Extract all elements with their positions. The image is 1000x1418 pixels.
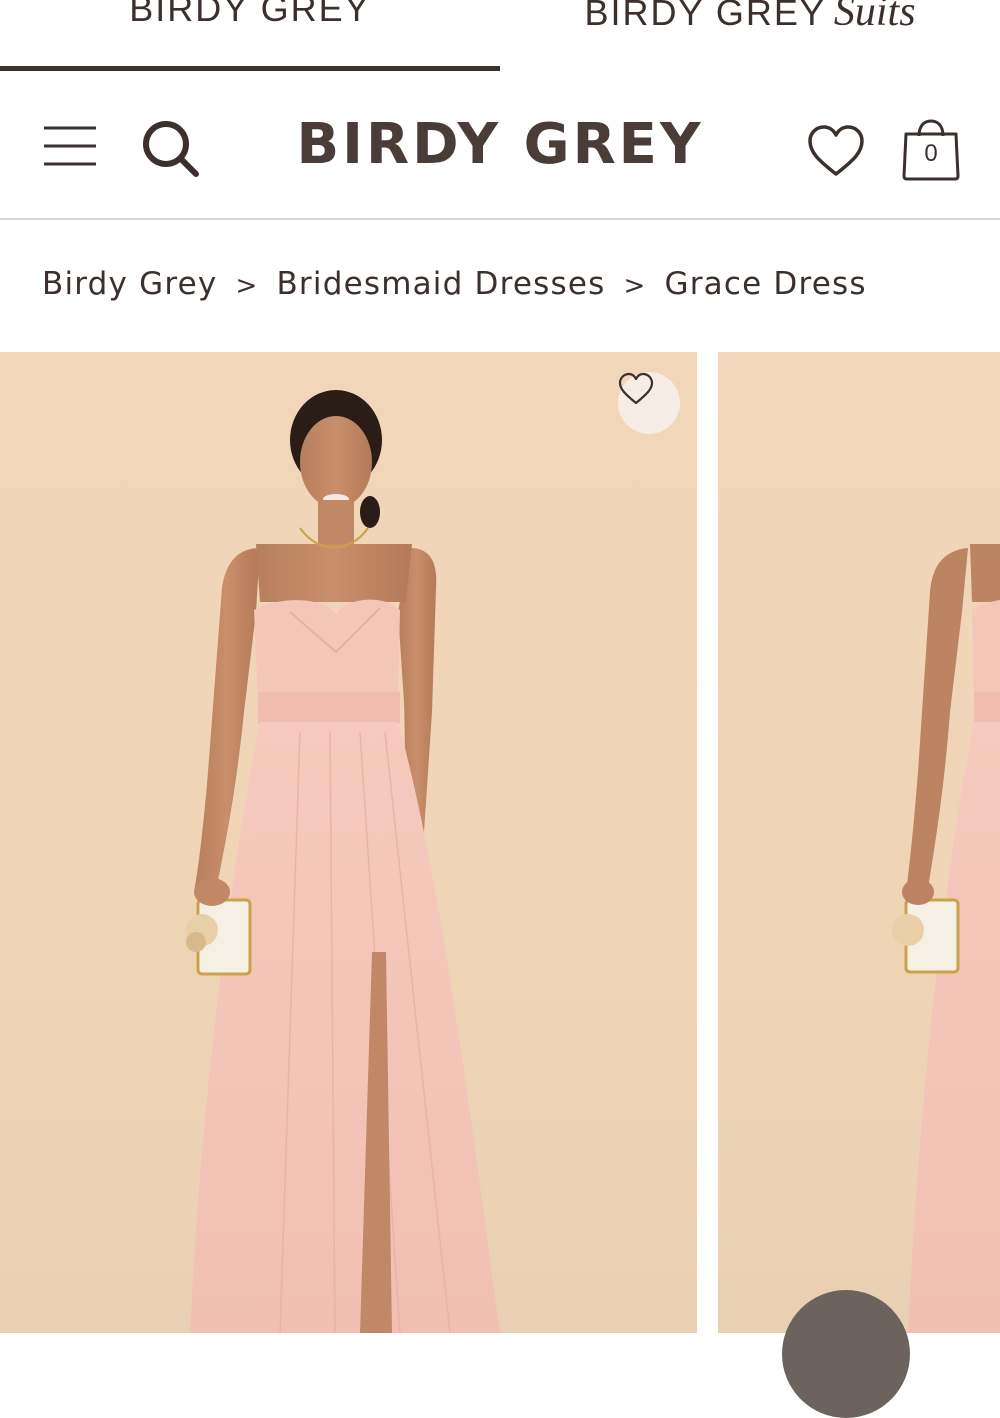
product-image-gallery[interactable]: [0, 352, 1000, 1333]
heart-icon: [618, 372, 654, 405]
brand-tabs: BIRDY GREY BIRDY GREY Suits: [0, 0, 1000, 72]
active-tab-underline: [0, 66, 500, 71]
heart-icon: [808, 125, 864, 176]
tab-suits-script: Suits: [833, 0, 916, 35]
wishlist-button[interactable]: [806, 122, 866, 182]
model-illustration-secondary: [892, 544, 1000, 1333]
site-header: BIRDY GREY 0: [0, 72, 1000, 220]
product-photo-secondary[interactable]: [718, 352, 1000, 1333]
breadcrumb: Birdy Grey > Bridesmaid Dresses > Grace Dres…: [42, 266, 867, 302]
product-photo-main[interactable]: [0, 352, 697, 1333]
tab-birdy-grey[interactable]: BIRDY GREY: [0, 0, 500, 72]
breadcrumb-birdy-grey[interactable]: Birdy Grey: [42, 266, 217, 302]
breadcrumb-separator: >: [235, 271, 259, 301]
tab-birdy-grey-suits[interactable]: BIRDY GREY Suits: [500, 0, 1000, 72]
tab-birdy-grey-suits-label: BIRDY GREY Suits: [584, 0, 915, 36]
breadcrumb-bridesmaid-dresses[interactable]: Bridesmaid Dresses: [276, 266, 605, 302]
model-illustration: [186, 390, 500, 1333]
breadcrumb-current-grace-dress: Grace Dress: [664, 266, 867, 302]
breadcrumb-separator: >: [623, 271, 647, 301]
favorite-button[interactable]: [618, 372, 680, 434]
tab-birdy-grey-label: BIRDY GREY: [129, 0, 371, 29]
chat-launcher-button[interactable]: [782, 1290, 910, 1418]
cart-count-badge: 0: [924, 140, 938, 167]
cart-button[interactable]: 0: [900, 118, 962, 182]
